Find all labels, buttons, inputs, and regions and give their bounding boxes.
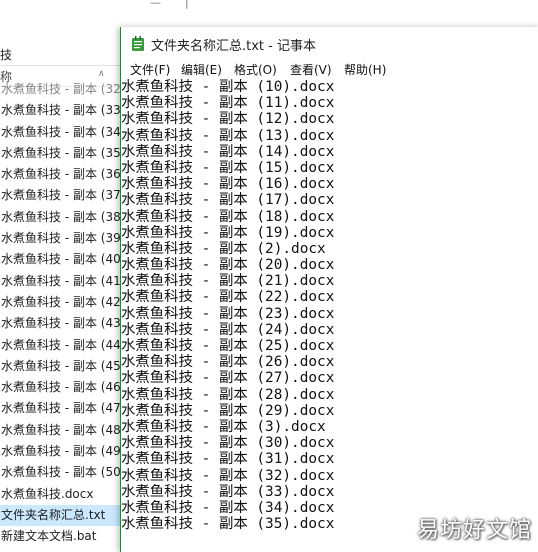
editor-line: 水煮鱼科技 - 副本 (19).docx [121, 224, 335, 241]
notepad-window: 文件夹名称汇总.txt - 记事本 文件(F) 编辑(E) 格式(O) 查看(V… [120, 27, 538, 552]
window-title: 文件夹名称汇总.txt - 记事本 [151, 39, 316, 54]
editor-line: 水煮鱼科技 - 副本 (21).docx [121, 273, 335, 290]
editor-line: 水煮鱼科技 - 副本 (16).docx [121, 176, 335, 193]
editor-line: 水煮鱼科技 - 副本 (23).docx [121, 305, 335, 322]
editor-line: 水煮鱼科技 - 副本 (11).docx [121, 95, 335, 112]
menu-help[interactable]: 帮助(H) [343, 61, 387, 78]
file-list: 水煮鱼科技 - 副本 (32).docx水煮鱼科技 - 副本 (33).docx… [0, 82, 125, 548]
editor-line: 水煮鱼科技 - 副本 (28).docx [121, 386, 335, 403]
editor-line: 水煮鱼科技 - 副本 (14).docx [121, 143, 335, 160]
file-list-item[interactable]: 水煮鱼科技 - 副本 (32).docx [0, 79, 125, 100]
file-list-item[interactable]: 水煮鱼科技 - 副本 (47).docx [0, 398, 125, 419]
file-list-item[interactable]: 水煮鱼科技 - 副本 (46).docx [0, 377, 125, 398]
file-list-item[interactable]: 水煮鱼科技 - 副本 (44).docx [0, 335, 125, 356]
editor-line: 水煮鱼科技 - 副本 (31).docx [121, 451, 335, 468]
file-list-item[interactable]: 水煮鱼科技 - 副本 (35).docx [0, 143, 125, 164]
menu-bar: 文件(F) 编辑(E) 格式(O) 查看(V) 帮助(H) [121, 60, 538, 80]
editor-line: 水煮鱼科技 - 副本 (33).docx [121, 483, 335, 500]
file-list-item[interactable]: 水煮鱼科技 - 副本 (48).docx [0, 420, 125, 441]
editor-line: 水煮鱼科技 - 副本 (12).docx [121, 111, 335, 128]
file-list-item[interactable]: 水煮鱼科技 - 副本 (49).docx [0, 441, 125, 462]
editor-line: 水煮鱼科技 - 副本 (26).docx [121, 354, 335, 371]
menu-format[interactable]: 格式(O) [233, 61, 278, 78]
editor-lines: 水煮鱼科技 - 副本 (10).docx 水煮鱼科技 - 副本 (11).docx… [121, 79, 538, 532]
title-bar[interactable]: 文件夹名称汇总.txt - 记事本 [121, 27, 538, 60]
file-list-item[interactable]: 水煮鱼科技.docx [0, 484, 125, 505]
menu-view[interactable]: 查看(V) [289, 61, 333, 78]
editor-line: 水煮鱼科技 - 副本 (13).docx [121, 127, 335, 144]
file-list-item[interactable]: 水煮鱼科技 - 副本 (36).docx [0, 164, 125, 185]
text-editor[interactable]: 水煮鱼科技 - 副本 (10).docx 水煮鱼科技 - 副本 (11).docx… [121, 79, 538, 552]
editor-line: 水煮鱼科技 - 副本 (3).docx [121, 418, 326, 435]
editor-line: 水煮鱼科技 - 副本 (18).docx [121, 208, 335, 225]
menu-file[interactable]: 文件(F) [129, 61, 171, 78]
notepad-app-icon [132, 36, 144, 51]
file-list-item[interactable]: 新建文本文档.bat [0, 526, 125, 547]
editor-line: 水煮鱼科技 - 副本 (32).docx [121, 467, 335, 484]
address-bar-text: 技 [0, 48, 13, 62]
file-list-item[interactable]: 水煮鱼科技 - 副本 (45).docx [0, 356, 125, 377]
file-list-item[interactable]: 水煮鱼科技 - 副本 (34).docx [0, 122, 125, 143]
editor-line: 水煮鱼科技 - 副本 (20).docx [121, 257, 335, 274]
file-list-item[interactable]: 水煮鱼科技 - 副本 (41).docx [0, 271, 125, 292]
file-list-item[interactable]: 水煮鱼科技 - 副本 (38).docx [0, 207, 125, 228]
editor-line: 水煮鱼科技 - 副本 (17).docx [121, 192, 335, 209]
editor-line: 水煮鱼科技 - 副本 (2).docx [121, 240, 326, 257]
editor-line: 水煮鱼科技 - 副本 (15).docx [121, 159, 335, 176]
editor-line: 水煮鱼科技 - 副本 (25).docx [121, 338, 335, 354]
editor-line: 水煮鱼科技 - 副本 (29).docx [121, 402, 335, 419]
editor-line: 水煮鱼科技 - 副本 (10).docx [121, 79, 335, 95]
file-list-item[interactable]: 水煮鱼科技 - 副本 (39).docx [0, 228, 125, 249]
editor-line: 水煮鱼科技 - 副本 (30).docx [121, 435, 335, 452]
file-list-item[interactable]: 水煮鱼科技 - 副本 (37).docx [0, 185, 125, 206]
file-list-item[interactable]: 水煮鱼科技 - 副本 (42).docx [0, 292, 125, 313]
file-list-item[interactable]: 水煮鱼科技 - 副本 (43).docx [0, 313, 125, 334]
editor-line: 水煮鱼科技 - 副本 (22).docx [121, 289, 335, 306]
file-list-item[interactable]: 水煮鱼科技 - 副本 (50).docx [0, 462, 125, 483]
watermark: 易坊好文馆 [416, 518, 532, 543]
file-list-item[interactable]: 水煮鱼科技 - 副本 (33).docx [0, 100, 125, 121]
sort-ascending-icon: ∧ [98, 69, 105, 79]
file-list-item[interactable]: 文件夹名称汇总.txt [0, 504, 125, 527]
address-bar[interactable]: 技 [0, 43, 125, 66]
explorer-toolbar-remnant: — | [150, 0, 189, 9]
editor-line: 水煮鱼科技 - 副本 (24).docx [121, 321, 335, 338]
file-list-item[interactable]: 水煮鱼科技 - 副本 (40).docx [0, 249, 125, 270]
menu-edit[interactable]: 编辑(E) [180, 61, 223, 78]
editor-line: 水煮鱼科技 - 副本 (27).docx [121, 370, 335, 387]
